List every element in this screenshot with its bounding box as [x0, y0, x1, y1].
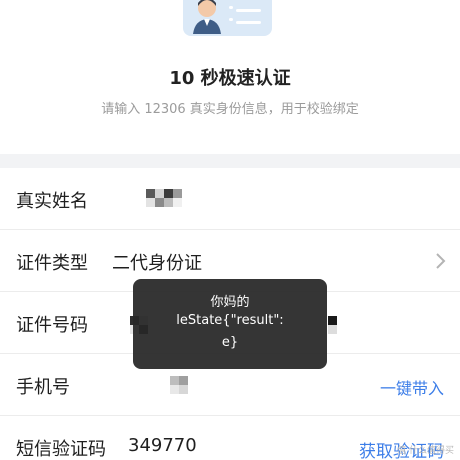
page-title: 10 秒极速认证: [169, 68, 291, 89]
error-toast: 你妈的 leState{"result": e}: [133, 279, 327, 369]
id-card-icon: [183, 0, 272, 36]
avatar-icon: [193, 0, 221, 34]
id-type-value: 二代身份证: [112, 253, 202, 274]
real-name-redacted-value[interactable]: [146, 189, 182, 207]
chevron-right-icon: [436, 253, 446, 269]
watermark: 值 什么值得买: [397, 446, 454, 456]
autofill-phone-button[interactable]: 一键带入: [380, 375, 444, 399]
id-number-label: 证件号码: [16, 315, 88, 336]
header-section: 10 秒极速认证 请输入 12306 真实身份信息，用于校验绑定: [0, 0, 460, 154]
sms-code-label: 短信验证码: [16, 439, 106, 460]
toast-line-3: e}: [221, 335, 239, 350]
phone-label: 手机号: [16, 377, 70, 398]
page-subtitle: 请输入 12306 真实身份信息，用于校验绑定: [101, 102, 359, 117]
sms-code-row[interactable]: 短信验证码 349770 获取验证码: [0, 416, 460, 460]
id-card-lines: [229, 6, 261, 26]
verification-page: 10 秒极速认证 请输入 12306 真实身份信息，用于校验绑定 真实姓名 证件…: [0, 0, 460, 460]
real-name-row[interactable]: 真实姓名: [0, 168, 460, 230]
sms-code-input[interactable]: 349770: [128, 435, 197, 456]
real-name-label: 真实姓名: [16, 191, 88, 212]
id-type-label: 证件类型: [16, 253, 88, 274]
phone-redacted-value[interactable]: [170, 376, 188, 394]
section-divider: [0, 154, 460, 168]
toast-line-2: leState{"result":: [176, 313, 284, 328]
id-number-redacted-tail: [328, 316, 337, 334]
toast-line-1: 你妈的: [210, 295, 250, 310]
